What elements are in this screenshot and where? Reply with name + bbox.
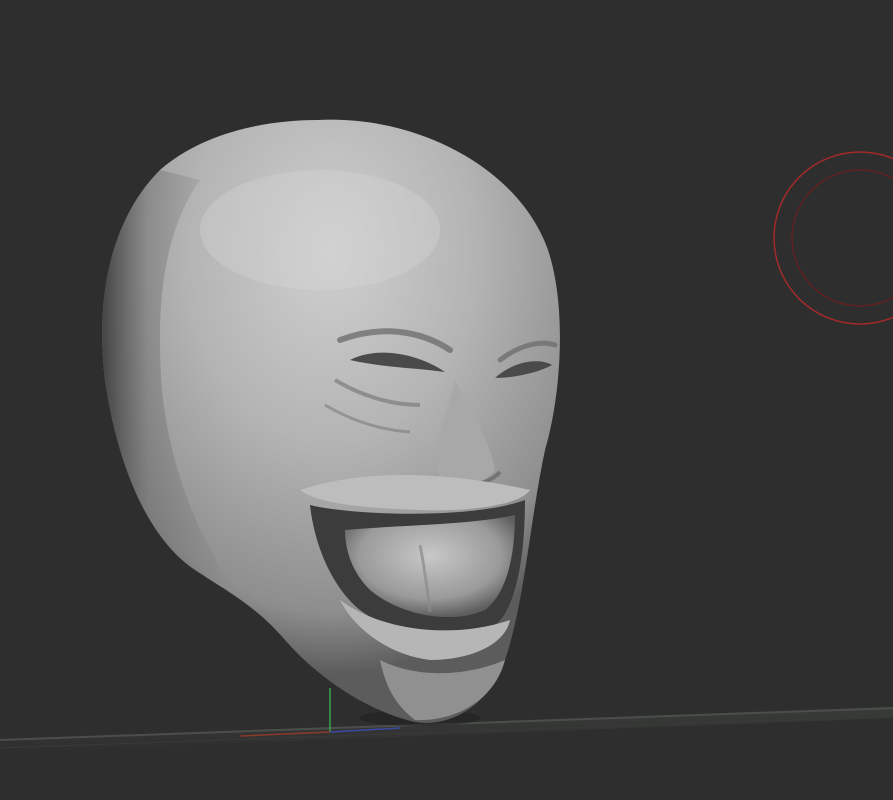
brush-cursor — [773, 151, 893, 325]
sculpt-head-model[interactable] — [102, 119, 560, 726]
viewport-canvas[interactable] — [0, 0, 893, 800]
brush-inner-ring — [791, 169, 893, 307]
sculpt-viewport[interactable] — [0, 0, 893, 800]
